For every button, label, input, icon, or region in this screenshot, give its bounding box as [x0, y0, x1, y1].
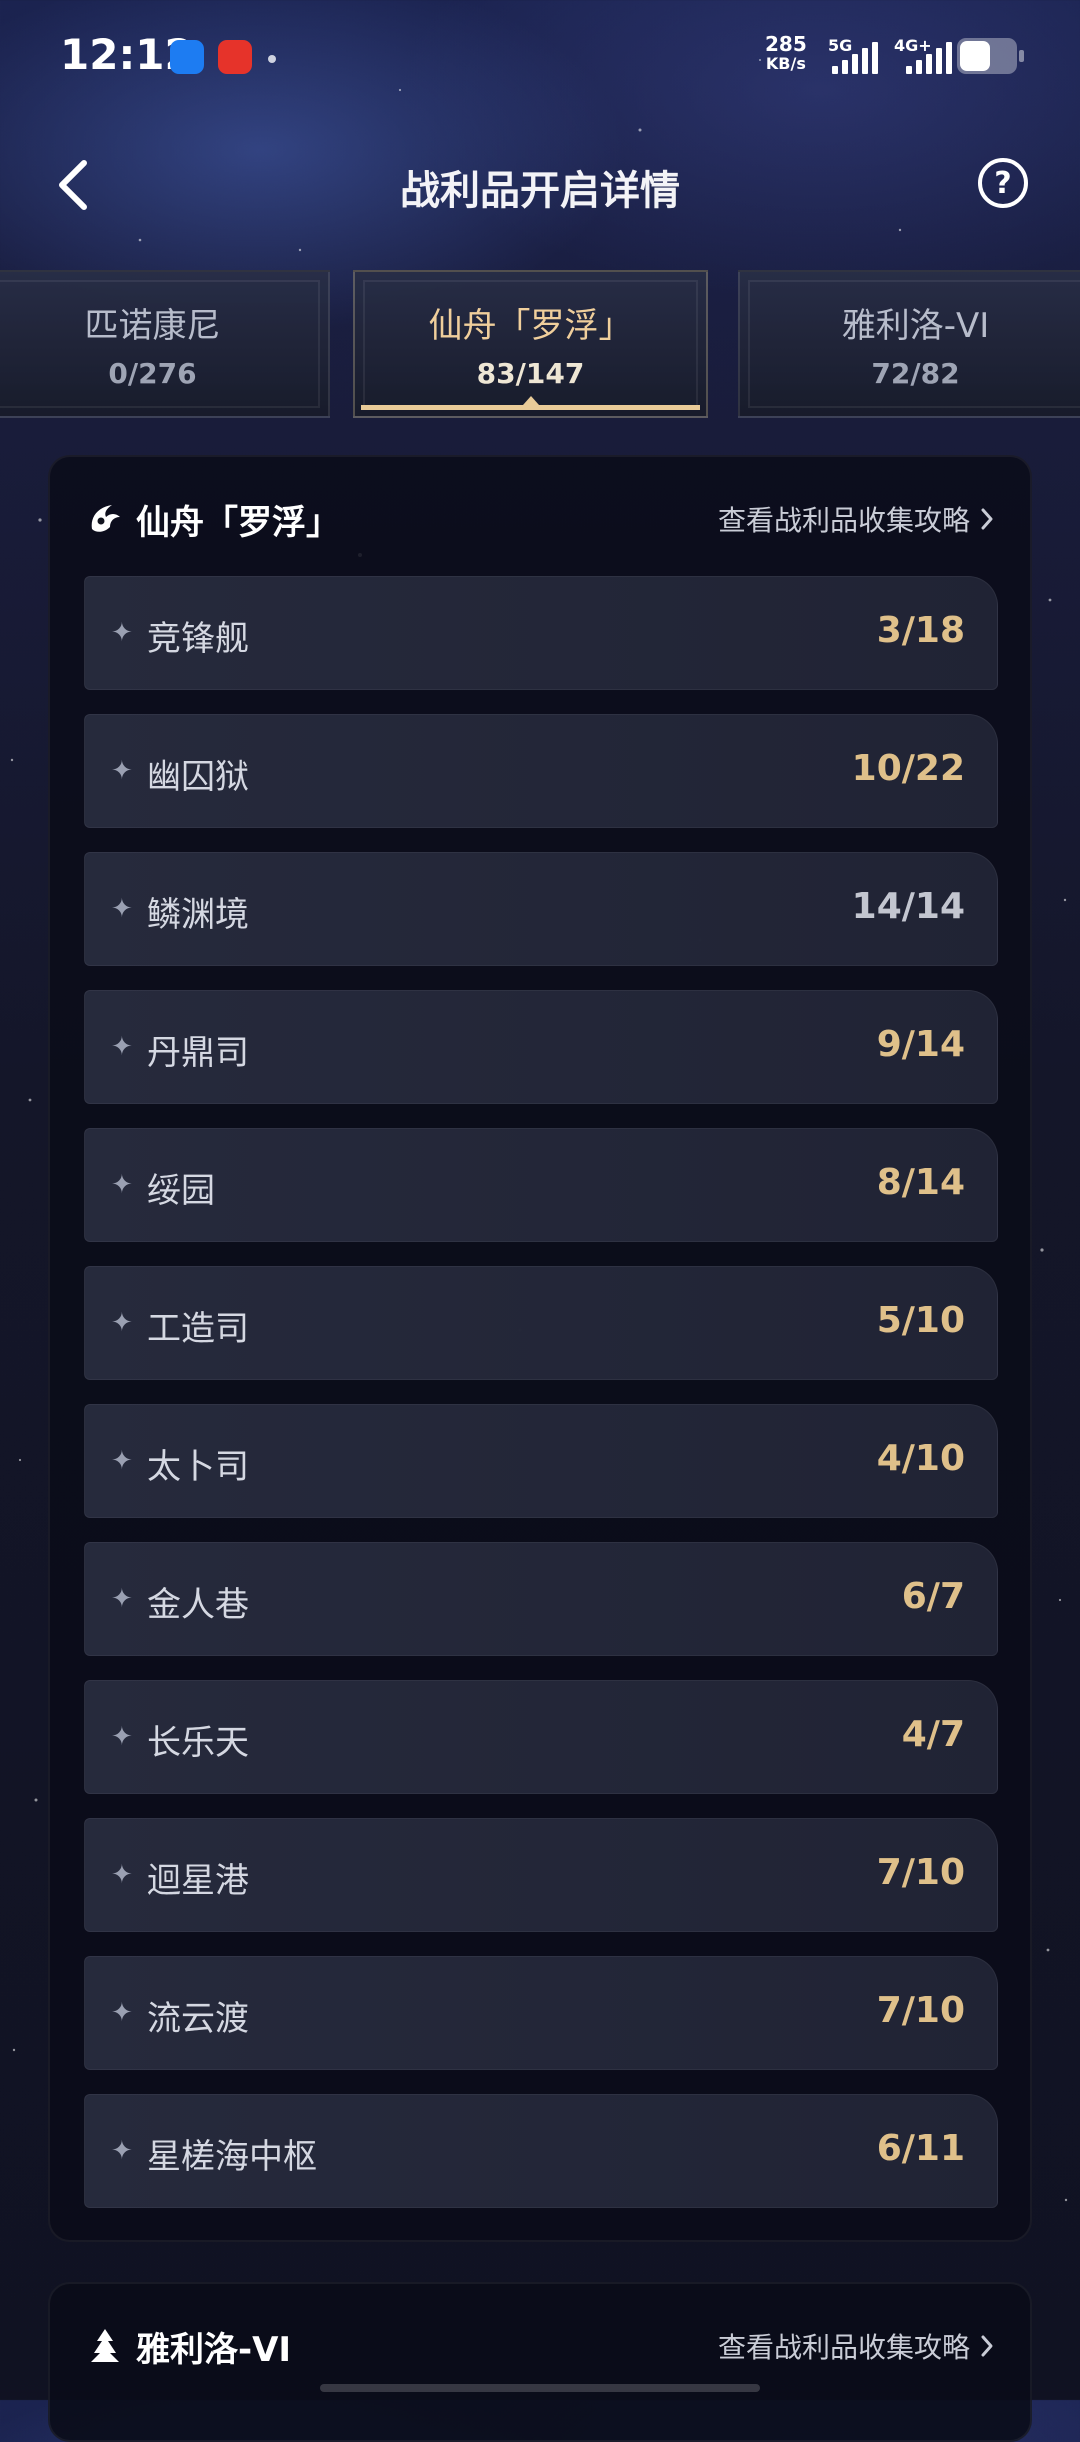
area-name: 工造司	[147, 1309, 249, 1349]
tab-jarilo-vi[interactable]: 雅利洛-VI 72/82	[738, 270, 1080, 418]
area-row-jingfengjian[interactable]: ✦ 竞锋舰 3/18	[84, 576, 998, 690]
tab-xianzhou-luofu[interactable]: 仙舟「罗浮」 83/147	[353, 270, 708, 418]
area-name: 鳞渊境	[147, 895, 249, 935]
app-notification-icon	[218, 40, 252, 74]
app-notification-icon	[170, 40, 204, 74]
area-name: 星槎海中枢	[147, 2137, 317, 2177]
tab-count: 0/276	[108, 357, 197, 390]
area-name: 迴星港	[147, 1861, 249, 1901]
area-name: 长乐天	[147, 1723, 249, 1763]
area-name: 流云渡	[147, 1999, 249, 2039]
area-count: 10/22	[851, 748, 965, 789]
area-count: 6/11	[876, 2128, 965, 2169]
collection-guide-link[interactable]: 查看战利品收集攻略	[718, 499, 994, 539]
section-header: 仙舟「罗浮」 查看战利品收集攻略	[86, 491, 994, 547]
area-count: 9/14	[876, 1024, 965, 1065]
sparkle-icon: ✦	[111, 1584, 133, 1614]
area-count: 14/14	[851, 886, 965, 927]
more-notifications-icon	[268, 55, 276, 63]
collection-guide-link[interactable]: 查看战利品收集攻略	[718, 2326, 994, 2366]
chevron-right-icon	[981, 2335, 993, 2357]
area-row-suiyuan[interactable]: ✦ 绥园 8/14	[84, 1128, 998, 1242]
tab-name: 雅利洛-VI	[841, 306, 990, 346]
guide-link-label: 查看战利品收集攻略	[717, 504, 970, 537]
area-count: 5/10	[876, 1300, 965, 1341]
area-name: 竞锋舰	[147, 619, 249, 659]
area-name: 金人巷	[147, 1585, 249, 1625]
sparkle-icon: ✦	[111, 894, 133, 924]
area-row-huixinggang[interactable]: ✦ 迴星港 7/10	[84, 1818, 998, 1932]
active-tab-notch	[522, 396, 539, 405]
tab-name: 仙舟「罗浮」	[428, 306, 633, 346]
area-name: 丹鼎司	[147, 1033, 249, 1073]
signal-strength-icon	[832, 40, 878, 74]
area-name: 绥园	[147, 1171, 215, 1211]
area-count: 3/18	[876, 610, 965, 651]
sparkle-icon: ✦	[111, 1998, 133, 2028]
sparkle-icon: ✦	[111, 2136, 133, 2166]
area-row-youqiuyu[interactable]: ✦ 幽囚狱 10/22	[84, 714, 998, 828]
world-section-panel: 雅利洛-VI 查看战利品收集攻略	[48, 2282, 1032, 2442]
chevron-right-icon	[981, 508, 993, 530]
help-button[interactable]: ?	[978, 158, 1028, 208]
area-name: 幽囚狱	[147, 757, 249, 797]
sparkle-icon: ✦	[111, 1722, 133, 1752]
status-bar: 12:12 285 KB/s 5G 4G+	[0, 0, 1080, 110]
sparkle-icon: ✦	[111, 756, 133, 786]
page-title: 战利品开启详情	[400, 168, 680, 214]
sparkle-icon: ✦	[111, 1446, 133, 1476]
tab-name: 匹诺康尼	[84, 306, 221, 346]
guide-link-label: 查看战利品收集攻略	[717, 2331, 970, 2364]
area-count: 6/7	[901, 1576, 965, 1617]
sparkle-icon: ✦	[111, 1860, 133, 1890]
jarilo-emblem-icon	[91, 2329, 119, 2362]
tab-count: 83/147	[476, 357, 585, 390]
signal-strength-icon	[906, 40, 952, 74]
area-row-xingchahaizhongshu[interactable]: ✦ 星槎海中枢 6/11	[84, 2094, 998, 2208]
area-row-dandingsi[interactable]: ✦ 丹鼎司 9/14	[84, 990, 998, 1104]
section-world-name: 雅利洛-VI	[136, 2330, 292, 2370]
active-tab-indicator	[361, 405, 700, 410]
battery-icon	[957, 38, 1024, 74]
sparkle-icon: ✦	[111, 1170, 133, 1200]
section-header: 雅利洛-VI 查看战利品收集攻略	[86, 2318, 994, 2374]
tab-penacony[interactable]: 匹诺康尼 0/276	[0, 270, 330, 418]
sparkle-icon: ✦	[111, 618, 133, 648]
area-row-jinrenxiang[interactable]: ✦ 金人巷 6/7	[84, 1542, 998, 1656]
help-icon: ?	[994, 165, 1012, 201]
area-row-liuyundu[interactable]: ✦ 流云渡 7/10	[84, 1956, 998, 2070]
network-speed: 285 KB/s	[765, 32, 807, 73]
home-indicator	[320, 2384, 760, 2392]
area-count: 8/14	[876, 1162, 965, 1203]
area-name: 太卜司	[147, 1447, 249, 1487]
area-row-changletian[interactable]: ✦ 长乐天 4/7	[84, 1680, 998, 1794]
area-row-taibusi[interactable]: ✦ 太卜司 4/10	[84, 1404, 998, 1518]
area-row-linyuanjing[interactable]: ✦ 鳞渊境 14/14	[84, 852, 998, 966]
area-count: 7/10	[876, 1852, 965, 1893]
area-count: 4/10	[876, 1438, 965, 1479]
section-world-name: 仙舟「罗浮」	[136, 503, 340, 543]
xianzhou-emblem-icon	[91, 505, 120, 532]
area-row-gongzaosi[interactable]: ✦ 工造司 5/10	[84, 1266, 998, 1380]
world-section-panel: 仙舟「罗浮」 查看战利品收集攻略 ✦ 竞锋舰 3/18 ✦ 幽囚狱 10/22 …	[48, 455, 1032, 2242]
tab-count: 72/82	[871, 357, 960, 390]
sparkle-icon: ✦	[111, 1308, 133, 1338]
area-count: 4/7	[901, 1714, 965, 1755]
sparkle-icon: ✦	[111, 1032, 133, 1062]
area-count: 7/10	[876, 1990, 965, 2031]
